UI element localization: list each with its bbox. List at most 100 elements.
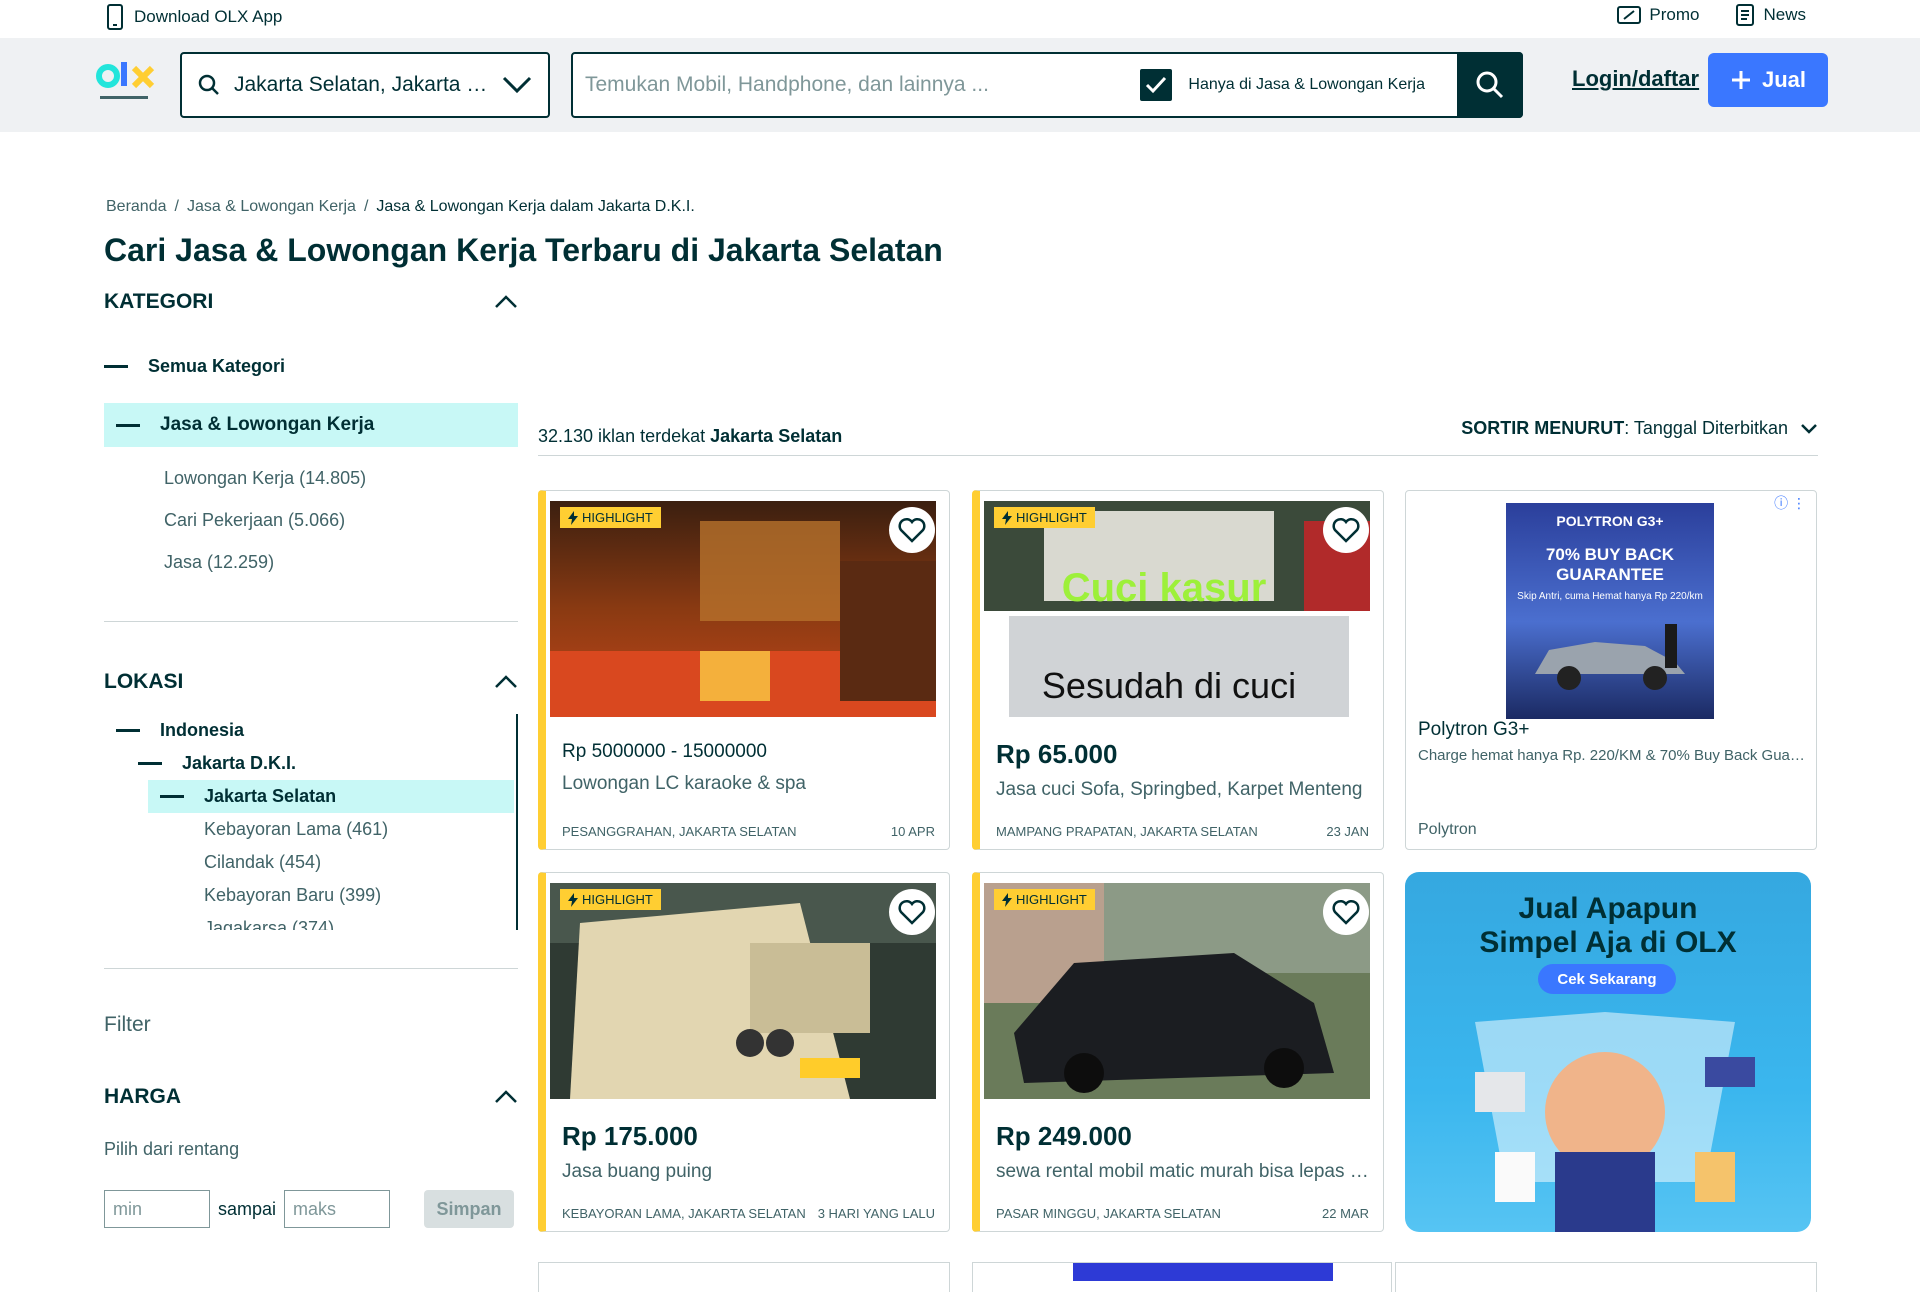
heart-icon [898,899,926,925]
listing-date: 23 JAN [1326,824,1369,839]
bolt-icon [568,892,578,907]
promo-link[interactable]: Promo [1617,4,1699,26]
sort-dropdown[interactable]: SORTIR MENURUT: Tanggal Diterbitkan [1461,418,1818,439]
listing-image[interactable] [550,501,936,717]
district-item[interactable]: Jagakarsa (374) [104,912,518,930]
search-input[interactable] [573,54,1141,116]
promo-title-line1: Jual Apapun [1518,892,1698,925]
location-scrollbar[interactable] [516,714,518,930]
listing-card[interactable]: HIGHLIGHT Rp 249.000 sewa rental mobil m… [972,872,1384,1232]
breadcrumb-category[interactable]: Jasa & Lowongan Kerja [187,198,356,216]
promo-banner[interactable]: Jual Apapun Simpel Aja di OLX Cek Sekara… [1405,872,1811,1232]
subcategory-item[interactable]: Cari Pekerjaan (5.066) [104,510,518,531]
chevron-down-icon [502,76,532,94]
chevron-up-icon[interactable] [494,675,518,689]
olx-logo-icon [96,62,155,99]
favorite-button[interactable] [1323,889,1369,935]
listing-card[interactable] [1395,1262,1817,1292]
highlight-badge: HIGHLIGHT [560,507,661,528]
subcategory-item[interactable]: Jasa (12.259) [104,552,518,573]
highlight-badge: HIGHLIGHT [994,507,1095,528]
breadcrumb-separator: / [363,198,369,215]
ad-small-text: Skip Antri, cuma Hemat hanya Rp 220/km [1517,591,1703,602]
favorite-button[interactable] [1323,507,1369,553]
listing-location: MAMPANG PRAPATAN, JAKARTA SELATAN [996,824,1258,839]
price-max-input[interactable] [284,1190,391,1228]
category-only-toggle[interactable]: Hanya di Jasa & Lowongan Kerja [1140,69,1457,101]
ad-info-icon[interactable]: ⓘ ⋮ [1774,493,1806,513]
listing-card[interactable]: Cuci kasur Sesudah di cuci HIGHLIGHT Rp … [972,490,1384,850]
listing-image[interactable]: Cuci kasur Sesudah di cuci [984,501,1370,717]
breadcrumb-separator: / [174,198,179,215]
breadcrumb-current: Jasa & Lowongan Kerja dalam Jakarta D.K.… [376,198,695,215]
breadcrumb-home[interactable]: Beranda [106,198,167,216]
download-app-label: Download OLX App [134,7,283,26]
login-link[interactable]: Login/daftar [1572,66,1699,92]
olx-logo[interactable] [96,60,158,111]
lokasi-header[interactable]: LOKASI [104,670,518,694]
promo-cta-button[interactable]: Cek Sekarang [1538,964,1676,994]
location-city-label: Jakarta Selatan [204,786,337,806]
divider [104,968,518,969]
download-app-link[interactable]: Download OLX App [106,4,282,30]
listing-card[interactable] [972,1262,1392,1292]
breadcrumb: Beranda / Jasa & Lowongan Kerja / Jasa &… [106,198,695,216]
search-bar: Hanya di Jasa & Lowongan Kerja [571,52,1523,118]
listing-price: Rp 249.000 [996,1121,1132,1151]
category-all-label: Semua Kategori [148,356,286,376]
dash-icon [116,423,140,427]
district-item[interactable]: Kebayoran Lama (461) [104,813,518,846]
category-all[interactable]: Semua Kategori [104,356,518,377]
location-country[interactable]: Indonesia [104,714,518,747]
divider [104,621,518,622]
subcategory-item[interactable]: Lowongan Kerja (14.805) [104,468,518,489]
top-strip: Download OLX App Promo News [0,0,1920,38]
category-only-checkbox[interactable] [1140,69,1173,101]
car-rental-image [984,883,1370,1099]
listing-title: Jasa cuci Sofa, Springbed, Karpet Menten… [996,779,1363,800]
plus-icon [1731,71,1750,89]
price-save-button[interactable]: Simpan [424,1190,515,1228]
listing-price: Rp 5000000 - 15000000 [562,741,767,762]
harga-header[interactable]: HARGA [104,1085,518,1109]
listing-card[interactable]: HIGHLIGHT Rp 5000000 - 15000000 Lowongan… [538,490,950,850]
location-province[interactable]: Jakarta D.K.I. [104,747,518,780]
promo-label: Promo [1649,5,1700,24]
location-city[interactable]: Jakarta Selatan [148,780,514,813]
listing-title: sewa rental mobil matic murah bisa lepas… [996,1161,1376,1182]
price-min-input[interactable] [104,1190,210,1228]
price-form: sampai Simpan [104,1190,518,1228]
location-selector[interactable]: Jakarta Selatan, Jakarta D.K.I. [180,52,550,118]
listing-card[interactable] [538,1262,950,1292]
favorite-button[interactable] [889,507,935,553]
search-icon [198,74,219,95]
district-item[interactable]: Kebayoran Baru (399) [104,879,518,912]
sort-value: : Tanggal Diterbitkan [1624,418,1788,438]
chevron-up-icon[interactable] [494,295,518,309]
sell-button[interactable]: Jual [1708,53,1828,107]
dash-icon [104,365,128,368]
car-icon [1535,624,1685,690]
location-list: Indonesia Jakarta D.K.I. Jakarta Selatan… [104,714,518,930]
ad-image[interactable]: POLYTRON G3+ 70% BUY BACK GUARANTEE Skip… [1506,503,1714,719]
search-button[interactable] [1457,52,1523,118]
category-active-label: Jasa & Lowongan Kerja [160,414,375,435]
chevron-up-icon[interactable] [494,1090,518,1104]
listing-image[interactable] [984,883,1370,1099]
promo-illustration [1475,1012,1755,1232]
listing-image[interactable] [550,883,936,1099]
category-active[interactable]: Jasa & Lowongan Kerja [104,403,518,447]
listing-card[interactable]: HIGHLIGHT Rp 175.000 Jasa buang puing KE… [538,872,950,1232]
district-item[interactable]: Cilandak (454) [104,846,518,879]
favorite-button[interactable] [889,889,935,935]
highlight-badge-label: HIGHLIGHT [1016,892,1087,907]
bolt-icon [1002,892,1012,907]
kategori-header[interactable]: KATEGORI [104,290,518,314]
sidebar: KATEGORI Semua Kategori Jasa & Lowongan … [104,290,518,1228]
listing-location: KEBAYORAN LAMA, JAKARTA SELATAN [562,1206,806,1221]
news-icon [1736,4,1755,26]
ad-card[interactable]: ⓘ ⋮ POLYTRON G3+ 70% BUY BACK GUARANTEE … [1405,490,1817,850]
news-link[interactable]: News [1735,4,1806,26]
listing-title: Lowongan LC karaoke & spa [562,773,806,794]
kategori-heading: KATEGORI [104,290,214,313]
